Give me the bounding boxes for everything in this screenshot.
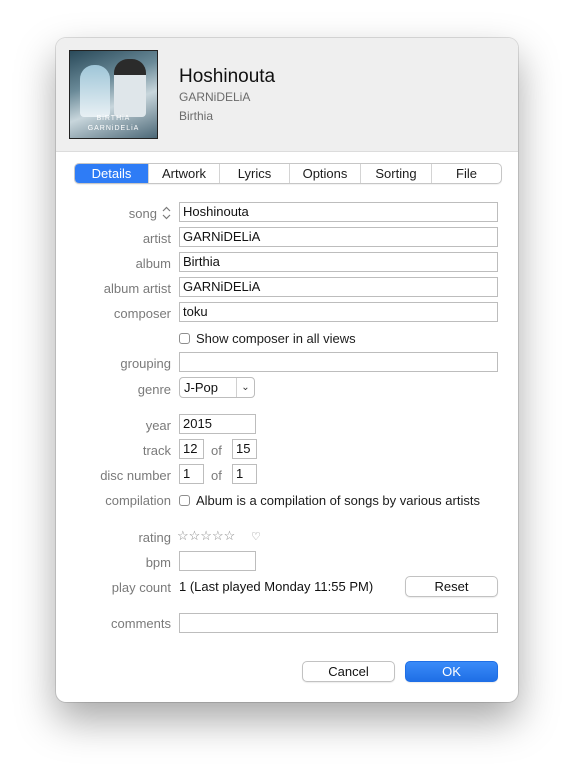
tab-lyrics[interactable]: Lyrics (219, 164, 289, 183)
album-artist-label: album artist (103, 281, 171, 296)
artwork-text-album: BiRTHiA (96, 115, 131, 122)
bpm-field[interactable] (179, 551, 256, 571)
grouping-label: grouping (120, 356, 171, 371)
artist-label: artist (142, 231, 171, 246)
track-total-field[interactable]: 15 (232, 439, 257, 459)
genre-popup[interactable]: J-Pop ⌄ (179, 377, 255, 398)
genre-label: genre (137, 382, 171, 397)
album-label: album (135, 256, 171, 271)
song-artist: GARNiDELiA (179, 90, 251, 104)
dialog-header: BiRTHiA GARNiDELiA Hoshinouta GARNiDELiA… (56, 38, 518, 152)
disc-total-field[interactable]: 1 (232, 464, 257, 484)
artwork-figure-right (114, 59, 146, 117)
ok-button[interactable]: OK (405, 661, 498, 682)
genre-value: J-Pop (184, 380, 218, 395)
tab-sorting[interactable]: Sorting (360, 164, 431, 183)
tab-artwork[interactable]: Artwork (148, 164, 219, 183)
track-number-field[interactable]: 12 (179, 439, 204, 459)
artwork-figure-left (80, 65, 110, 117)
artist-field[interactable]: GARNiDELiA (179, 227, 498, 247)
show-composer-label: Show composer in all views (196, 331, 356, 346)
reset-button[interactable]: Reset (405, 576, 498, 597)
love-heart-icon[interactable]: ♡ (251, 530, 261, 543)
album-artist-field[interactable]: GARNiDELiA (179, 277, 498, 297)
comments-label: comments (111, 616, 171, 631)
album-field[interactable]: Birthia (179, 252, 498, 272)
tab-file[interactable]: File (431, 164, 501, 183)
bpm-label: bpm (145, 555, 171, 570)
song-album: Birthia (179, 109, 214, 123)
song-field[interactable]: Hoshinouta (179, 202, 498, 222)
year-field[interactable]: 2015 (179, 414, 256, 434)
grouping-field[interactable] (179, 352, 498, 372)
song-label: song (128, 206, 157, 221)
tab-options[interactable]: Options (289, 164, 360, 183)
composer-field[interactable]: toku (179, 302, 498, 322)
composer-label: composer (113, 306, 171, 321)
compilation-checkbox-label: Album is a compilation of songs by vario… (196, 493, 480, 508)
compilation-checkbox[interactable] (179, 495, 190, 506)
song-title: Hoshinouta (179, 66, 276, 87)
show-composer-checkbox[interactable] (179, 333, 190, 344)
play-count-value: 1 (Last played Monday 11:55 PM) (179, 579, 374, 594)
track-of-label: of (211, 443, 222, 458)
artwork-text-artist: GARNiDELiA (87, 125, 140, 132)
disc-number-field[interactable]: 1 (179, 464, 204, 484)
song-info-dialog: BiRTHiA GARNiDELiA Hoshinouta GARNiDELiA… (56, 38, 518, 702)
tab-bar: Details Artwork Lyrics Options Sorting F… (74, 163, 502, 184)
rating-label: rating (138, 530, 171, 545)
track-label: track (142, 443, 171, 458)
rating-stars[interactable]: ☆☆☆☆☆ (177, 528, 235, 544)
cancel-button[interactable]: Cancel (302, 661, 395, 682)
album-artwork: BiRTHiA GARNiDELiA (69, 50, 158, 139)
chevron-down-icon: ⌄ (236, 378, 254, 397)
disc-number-label: disc number (100, 468, 171, 483)
comments-field[interactable] (179, 613, 498, 633)
play-count-label: play count (111, 580, 171, 595)
sort-chevron-icon[interactable] (162, 206, 171, 220)
year-label: year (145, 418, 171, 433)
disc-of-label: of (211, 468, 222, 483)
compilation-label: compilation (105, 493, 171, 508)
tab-details[interactable]: Details (75, 164, 148, 183)
